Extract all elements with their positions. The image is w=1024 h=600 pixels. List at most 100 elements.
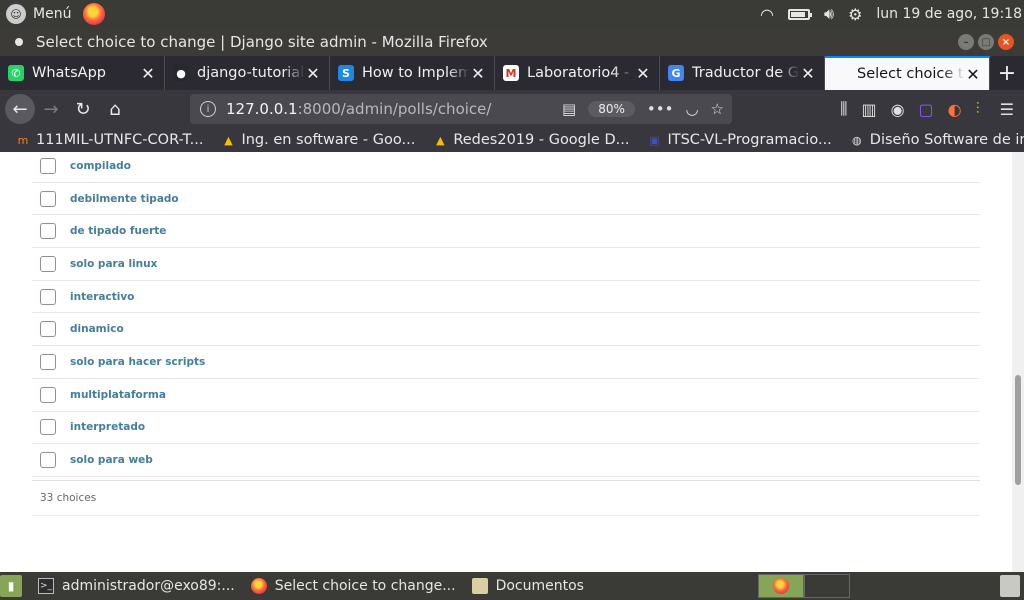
table-row: interactivo <box>32 281 980 314</box>
drive-icon: ▲ <box>224 133 233 147</box>
close-tab-icon[interactable]: ✕ <box>635 64 651 83</box>
row-select-checkbox[interactable] <box>40 255 56 272</box>
firefox-icon <box>773 578 789 594</box>
folder-icon <box>471 578 488 594</box>
forward-button[interactable]: → <box>35 93 67 125</box>
table-row: debilmente tipado <box>32 183 980 216</box>
choice-link[interactable]: solo para web <box>70 454 153 466</box>
row-select-checkbox[interactable] <box>40 190 56 207</box>
volume-icon[interactable]: 🔊︎ <box>824 4 834 24</box>
choice-link[interactable]: multiplataforma <box>70 389 166 401</box>
taskbar-item[interactable]: Select choice to change... <box>243 572 464 600</box>
battery-icon[interactable] <box>787 8 812 20</box>
extension-purple-icon[interactable]: ▢ <box>919 100 934 119</box>
tab-title: django-tutorial- <box>197 65 305 81</box>
globe-icon: ◍ <box>851 133 862 147</box>
choice-link[interactable]: compilado <box>70 160 131 172</box>
taskbar-item-label: administrador@exo89:... <box>62 578 235 594</box>
close-tab-icon[interactable]: ✕ <box>965 65 981 84</box>
battery-fill <box>790 11 805 17</box>
window-title: Select choice to change | Django site ad… <box>36 33 488 51</box>
library-icon[interactable]: ⫼ <box>840 99 847 119</box>
show-desktop-icon[interactable]: ▮ <box>0 575 22 597</box>
system-menu-button[interactable]: ☺ Menú <box>0 0 71 28</box>
tab-2[interactable]: S How to Impleme ✕ <box>330 56 495 90</box>
choice-link[interactable]: interactivo <box>70 291 134 303</box>
pocket-icon[interactable]: ◡ <box>685 100 698 118</box>
power-settings-icon[interactable]: ⚙ <box>848 5 862 24</box>
row-select-checkbox[interactable] <box>40 386 56 403</box>
site-info-icon[interactable]: i <box>200 101 216 117</box>
extension-firefox-icon[interactable]: ◐ <box>948 100 962 119</box>
choice-link[interactable]: solo para hacer scripts <box>70 356 205 368</box>
firefox-launcher-icon[interactable] <box>83 3 106 25</box>
minimize-window-button[interactable]: – <box>958 34 974 50</box>
extension-bars-icon[interactable]: ⫶ <box>976 99 980 119</box>
vertical-scrollbar[interactable] <box>1012 152 1024 572</box>
clock[interactable]: lun 19 de ago, 19:18 <box>876 6 1022 22</box>
close-tab-icon[interactable]: ✕ <box>140 64 156 83</box>
bookmark-label: 111MIL-UTNFC-COR-T... <box>36 132 204 148</box>
choice-link[interactable]: dinamico <box>70 323 124 335</box>
address-bar[interactable]: i 127.0.0.1:8000/admin/polls/choice/ ▤ 8… <box>190 94 732 124</box>
tab-5[interactable]: Select choice to cha✕ <box>825 56 990 90</box>
row-select-checkbox[interactable] <box>40 288 56 305</box>
sidebar-icon[interactable]: ▥ <box>861 100 876 119</box>
choice-link[interactable]: de tipado fuerte <box>70 225 166 237</box>
account-icon[interactable]: ◉ <box>891 100 905 119</box>
bookmark-item[interactable]: ▲ Ing. en software - Goo... <box>221 132 415 148</box>
hamburger-menu-icon[interactable]: ☰ <box>1000 100 1014 119</box>
row-select-checkbox[interactable] <box>40 223 56 240</box>
window-titlebar[interactable]: Select choice to change | Django site ad… <box>0 28 1024 56</box>
tab-4[interactable]: G Traductor de Go ✕ <box>660 56 825 90</box>
reader-view-icon[interactable]: ▤ <box>562 100 576 118</box>
choice-link[interactable]: solo para linux <box>70 258 157 270</box>
terminal-icon: >_ <box>38 578 54 594</box>
workspace-1[interactable] <box>758 574 804 598</box>
tab-3[interactable]: M Laboratorio4 - J ✕ <box>495 56 660 90</box>
table-row: interpretado <box>32 412 980 445</box>
taskbar-item[interactable]: Documentos <box>464 572 592 600</box>
bookmark-item[interactable]: ◍ Diseño Software de in... <box>850 132 1024 148</box>
page-actions-icon[interactable]: ••• <box>647 100 674 118</box>
url-host: 127.0.0.1 <box>226 100 298 118</box>
task-list: >_ administrador@exo89:... Select choice t… <box>30 572 592 600</box>
taskbar: ▮ >_ administrador@exo89:... Select choice… <box>0 572 1024 600</box>
maximize-window-button[interactable]: □ <box>978 34 994 50</box>
trash-icon[interactable] <box>1000 575 1020 597</box>
bookmark-star-icon[interactable]: ☆ <box>711 100 724 118</box>
choice-link[interactable]: interpretado <box>70 421 145 433</box>
choice-link[interactable]: debilmente tipado <box>70 193 179 205</box>
close-tab-icon[interactable]: ✕ <box>800 64 816 83</box>
url-path: :8000/admin/polls/choice/ <box>297 100 492 118</box>
new-tab-button[interactable]: + <box>990 56 1024 90</box>
bookmark-item[interactable]: ▣ ITSC-VL-Programacio... <box>647 132 832 148</box>
close-tab-icon[interactable]: ✕ <box>470 64 486 83</box>
home-button[interactable]: ⌂ <box>99 93 131 125</box>
bookmark-label: Ing. en software - Goo... <box>241 132 416 148</box>
table-row: compilado <box>32 152 980 183</box>
row-select-checkbox[interactable] <box>40 321 56 338</box>
scrollbar-thumb[interactable] <box>1015 375 1021 485</box>
tab-title: How to Impleme <box>362 65 470 81</box>
tab-1[interactable]: ● django-tutorial- ✕ <box>165 56 330 90</box>
bookmark-label: ITSC-VL-Programacio... <box>667 132 832 148</box>
whatsapp-icon: ✆ <box>8 65 24 81</box>
row-select-checkbox[interactable] <box>40 353 56 370</box>
taskbar-item[interactable]: >_ administrador@exo89:... <box>30 572 243 600</box>
reload-button[interactable]: ↻ <box>67 93 99 125</box>
workspace-2[interactable] <box>804 574 850 598</box>
bookmark-item[interactable]: ▲ Redes2019 - Google D... <box>433 132 629 148</box>
row-select-checkbox[interactable] <box>40 157 56 174</box>
row-select-checkbox[interactable] <box>40 452 56 469</box>
zoom-level-button[interactable]: 80% <box>588 101 635 117</box>
row-select-checkbox[interactable] <box>40 419 56 436</box>
back-button[interactable]: ← <box>5 94 35 124</box>
bookmark-item[interactable]: m 111MIL-UTNFC-COR-T... <box>16 132 204 148</box>
window-indicator-icon <box>15 38 23 46</box>
close-window-button[interactable]: × <box>998 34 1014 50</box>
close-tab-icon[interactable]: ✕ <box>305 64 321 83</box>
table-row: multiplataforma <box>32 379 980 412</box>
wifi-icon[interactable]: ◠ <box>760 5 774 24</box>
tab-0[interactable]: ✆ WhatsApp ✕ <box>0 56 165 90</box>
